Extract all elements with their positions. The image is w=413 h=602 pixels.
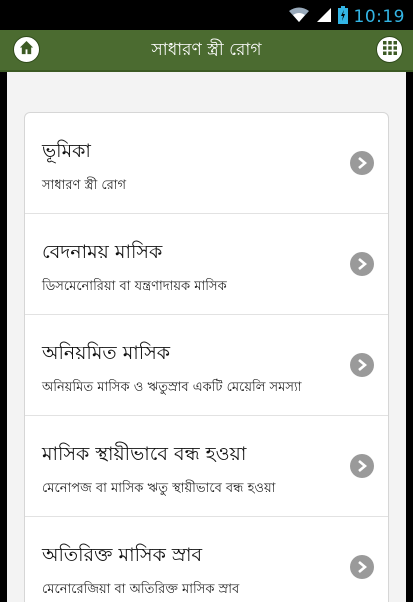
item-title: অতিরিক্ত মাসিক স্রাব	[42, 544, 203, 566]
item-subtitle: সাধারণ স্ত্রী রোগ	[42, 178, 127, 193]
item-subtitle: ডিসমেনোরিয়া বা যন্ত্রণাদায়ক মাসিক	[42, 279, 227, 294]
item-title: মাসিক স্থায়ীভাবে বন্ধ হওয়া	[42, 443, 247, 465]
list-item[interactable]: ভূমিকা সাধারণ স্ত্রী রোগ	[25, 113, 388, 214]
item-subtitle: মেনোরেজিয়া বা অতিরিক্ত মাসিক স্রাব	[42, 582, 240, 597]
grid-icon	[382, 40, 397, 59]
battery-icon	[337, 6, 348, 28]
list-item[interactable]: মাসিক স্থায়ীভাবে বন্ধ হওয়া মেনোপজ বা ম…	[25, 416, 388, 517]
item-title: অনিয়মিত মাসিক	[42, 342, 171, 364]
status-icons: 10:19	[288, 6, 406, 28]
content-area: ভূমিকা সাধারণ স্ত্রী রোগ বেদনাময় মাসিক …	[7, 72, 406, 602]
signal-icon	[316, 7, 332, 27]
chevron-right-icon[interactable]	[350, 454, 374, 478]
topic-list: ভূমিকা সাধারণ স্ত্রী রোগ বেদনাময় মাসিক …	[24, 112, 389, 602]
menu-grid-button[interactable]	[376, 36, 403, 63]
wifi-icon	[288, 7, 310, 27]
list-item[interactable]: বেদনাময় মাসিক ডিসমেনোরিয়া বা যন্ত্রণাদ…	[25, 214, 388, 315]
page-title: সাধারণ স্ত্রী রোগ	[151, 40, 262, 60]
item-subtitle: অনিয়মিত মাসিক ও ঋতুস্রাব একটি মেয়েলি স…	[42, 380, 302, 395]
app-bar: সাধারণ স্ত্রী রোগ	[0, 30, 413, 72]
chevron-right-icon[interactable]	[350, 353, 374, 377]
chevron-right-icon[interactable]	[350, 151, 374, 175]
clock: 10:19	[353, 7, 405, 27]
status-bar: 10:19	[0, 0, 413, 30]
list-item[interactable]: অনিয়মিত মাসিক অনিয়মিত মাসিক ও ঋতুস্রাব…	[25, 315, 388, 416]
list-item[interactable]: অতিরিক্ত মাসিক স্রাব মেনোরেজিয়া বা অতির…	[25, 517, 388, 602]
chevron-right-icon[interactable]	[350, 252, 374, 276]
item-title: বেদনাময় মাসিক	[42, 241, 163, 263]
chevron-right-icon[interactable]	[350, 555, 374, 579]
item-title: ভূমিকা	[42, 140, 91, 162]
item-subtitle: মেনোপজ বা মাসিক ঋতু স্থায়ীভাবে বন্ধ হওয…	[42, 481, 276, 496]
